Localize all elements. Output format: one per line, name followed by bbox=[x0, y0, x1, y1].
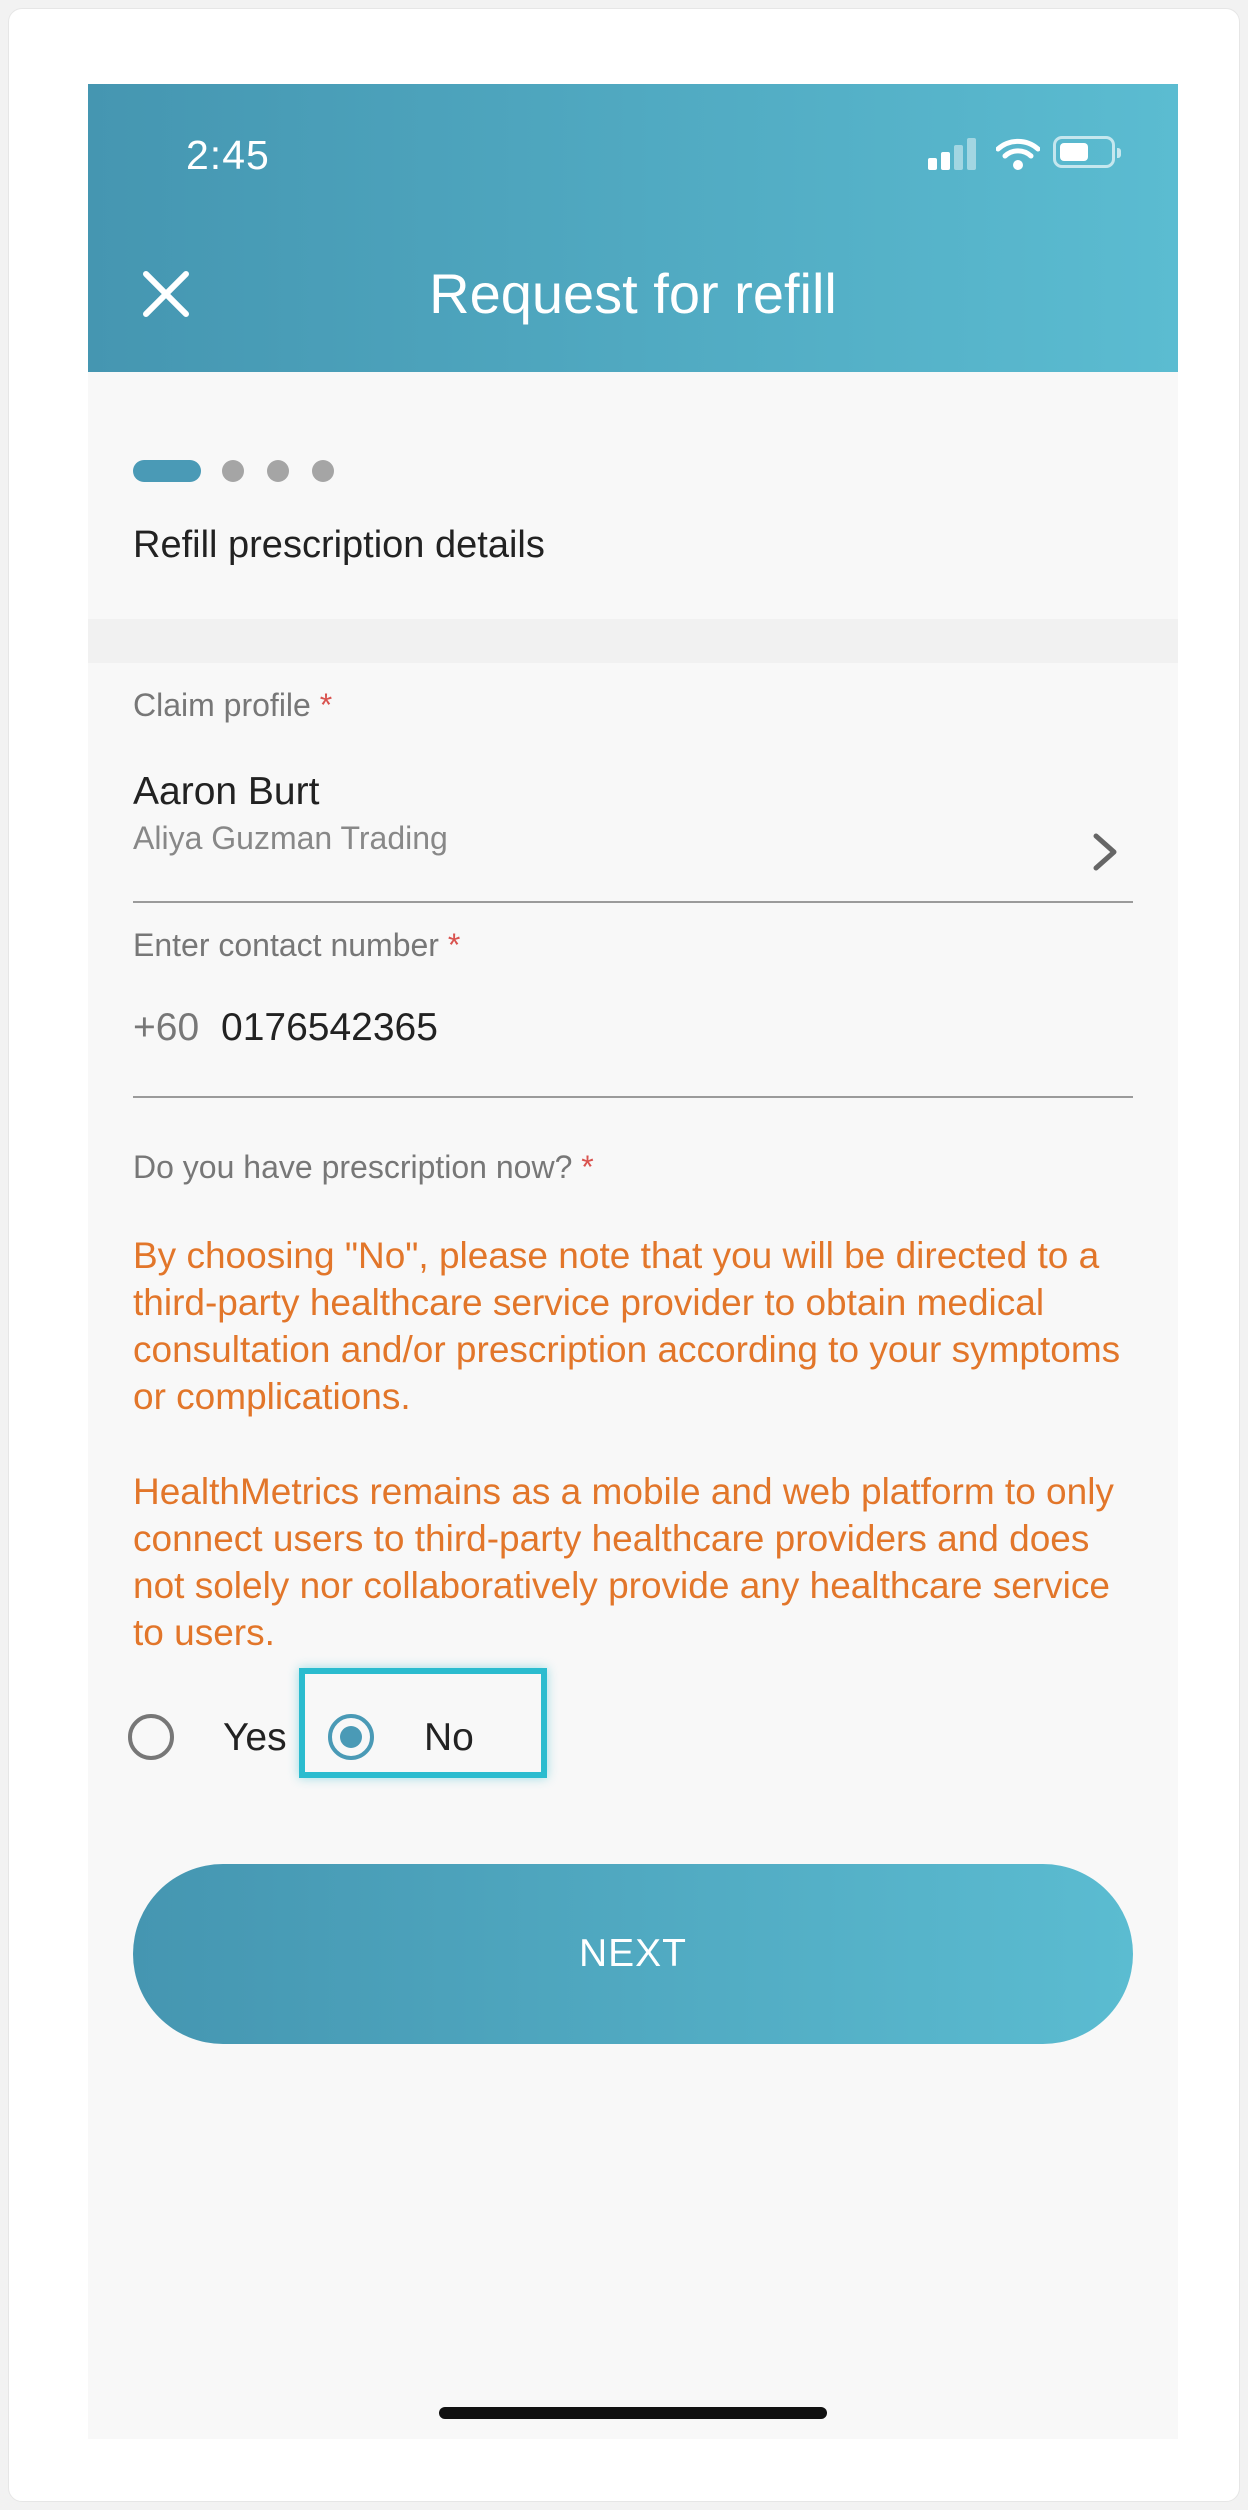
home-indicator bbox=[439, 2407, 827, 2419]
section-title: Refill prescription details bbox=[133, 524, 545, 566]
status-icons bbox=[928, 136, 1128, 176]
prescription-notice-2: HealthMetrics remains as a mobile and we… bbox=[133, 1471, 1114, 1653]
wifi-icon bbox=[996, 138, 1040, 170]
selection-highlight bbox=[299, 1668, 547, 1778]
next-button[interactable]: NEXT bbox=[133, 1864, 1133, 2044]
radio-yes[interactable] bbox=[128, 1714, 174, 1760]
step-1-active bbox=[133, 460, 201, 482]
device-frame: 2:45 Request for refill Refill prescript… bbox=[8, 8, 1240, 2502]
status-time: 2:45 bbox=[186, 132, 270, 178]
contact-number-label: Enter contact number * bbox=[133, 927, 461, 963]
section-divider bbox=[88, 619, 1178, 663]
step-4 bbox=[312, 460, 334, 482]
prescription-notice-1: By choosing "No", please note that you w… bbox=[133, 1235, 1121, 1417]
claim-profile-label: Claim profile * bbox=[133, 687, 333, 723]
app-header: 2:45 Request for refill bbox=[88, 84, 1178, 372]
profile-name: Aaron Burt bbox=[133, 770, 320, 813]
cellular-signal-icon bbox=[928, 136, 978, 170]
prescription-question-label: Do you have prescription now? * bbox=[133, 1149, 594, 1185]
profile-company: Aliya Guzman Trading bbox=[133, 820, 448, 856]
contact-number-input[interactable]: 0176542365 bbox=[221, 1006, 438, 1050]
chevron-right-icon bbox=[1093, 833, 1117, 871]
step-3 bbox=[267, 460, 289, 482]
country-code[interactable]: +60 bbox=[133, 1006, 199, 1050]
step-2 bbox=[222, 460, 244, 482]
radio-yes-label[interactable]: Yes bbox=[223, 1716, 287, 1760]
battery-icon bbox=[1053, 136, 1121, 168]
contact-number-underline bbox=[133, 1096, 1133, 1098]
claim-profile-underline bbox=[133, 901, 1133, 903]
page-title: Request for refill bbox=[429, 262, 837, 325]
app-screen: 2:45 Request for refill Refill prescript… bbox=[88, 84, 1178, 2439]
